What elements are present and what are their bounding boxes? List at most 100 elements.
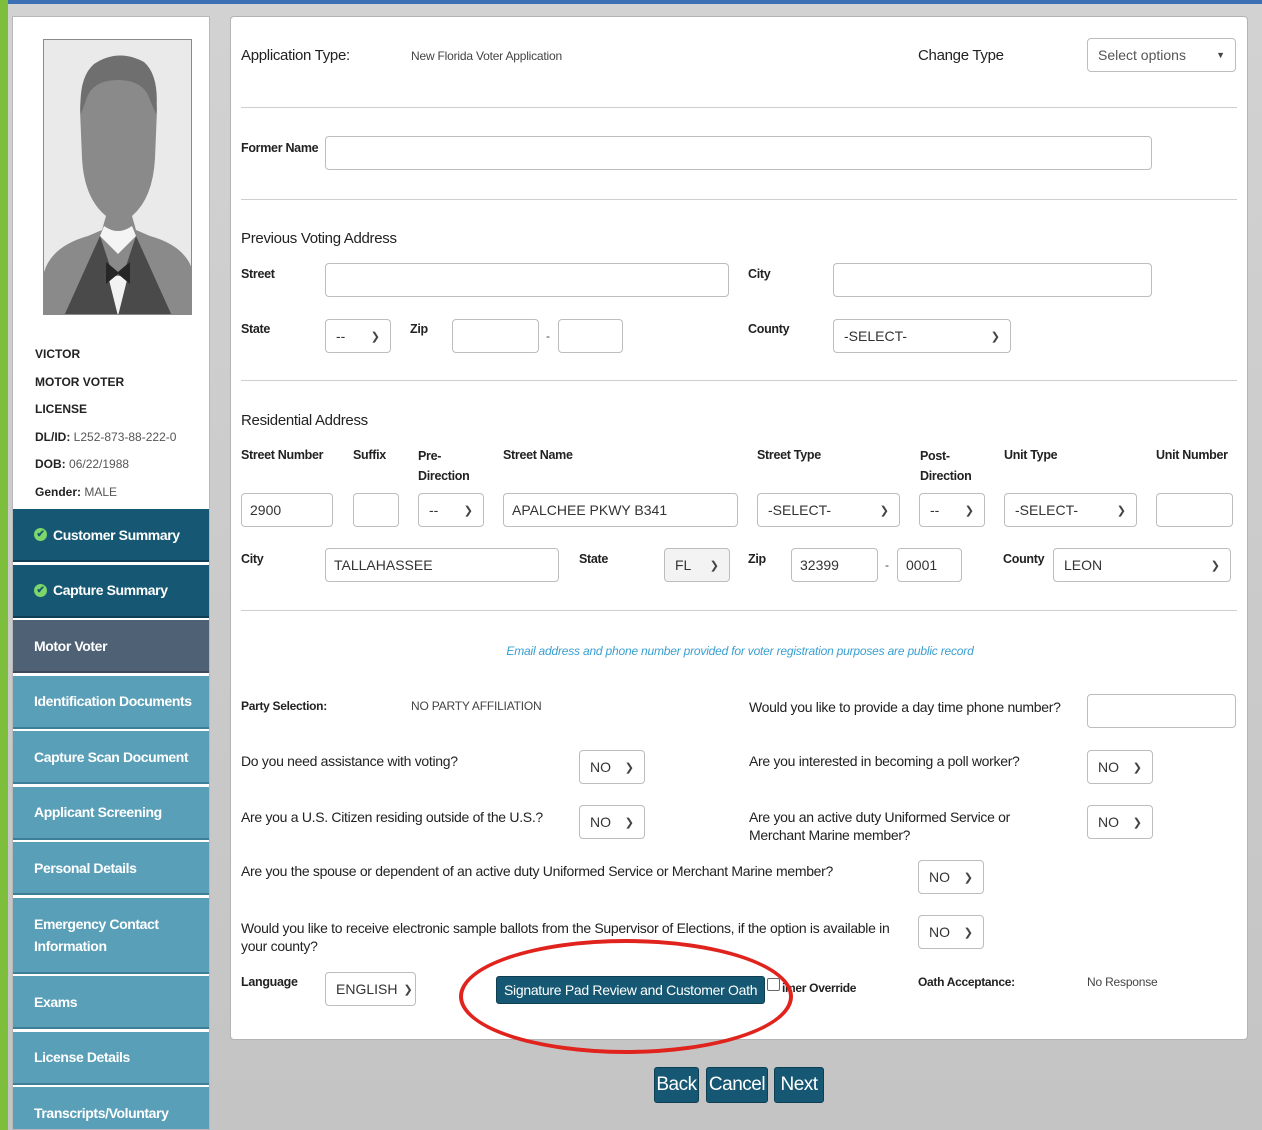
col-unit-type: Unit Type — [1004, 448, 1058, 462]
pre-direction-select[interactable]: -- ❯ — [418, 493, 484, 527]
street-type-value: -SELECT- — [768, 502, 832, 518]
suffix-input[interactable] — [353, 493, 399, 527]
language-value: ENGLISH — [336, 981, 398, 997]
street-type-select[interactable]: -SELECT- ❯ — [757, 493, 900, 527]
res-state-label: State — [579, 552, 609, 566]
citizen-abroad-select[interactable]: NO ❯ — [579, 805, 645, 839]
divider — [241, 380, 1237, 381]
chevron-down-icon: ❯ — [879, 504, 889, 517]
gender-value: MALE — [84, 484, 118, 499]
res-zip-separator: - — [885, 558, 889, 572]
sample-ballot-select[interactable]: NO ❯ — [918, 915, 984, 949]
col-street-type: Street Type — [757, 448, 821, 462]
party-selection-value: NO PARTY AFFILIATION — [411, 699, 542, 713]
prev-city-input[interactable] — [833, 263, 1152, 297]
active-duty-select[interactable]: NO ❯ — [1087, 805, 1153, 839]
res-zip4-input[interactable] — [897, 548, 962, 582]
chevron-down-icon: ❯ — [1132, 761, 1142, 774]
prev-county-value: -SELECT- — [844, 328, 908, 344]
post-direction-select[interactable]: -- ❯ — [919, 493, 985, 527]
former-name-input[interactable] — [325, 136, 1152, 170]
res-city-input[interactable] — [325, 548, 559, 582]
chevron-down-icon: ❯ — [403, 983, 413, 996]
prev-zip-input[interactable] — [452, 319, 539, 353]
triangle-down-icon: ▼ — [1216, 50, 1225, 60]
res-county-label: County — [1003, 552, 1045, 566]
phone-input[interactable] — [1087, 694, 1236, 728]
nav-license-details[interactable]: License Details — [13, 1031, 209, 1085]
chevron-down-icon: ❯ — [963, 926, 973, 939]
nav-label: Exams — [34, 993, 78, 1010]
nav-capture-summary[interactable]: ✔ Capture Summary — [13, 564, 209, 618]
chevron-down-icon: ❯ — [624, 816, 634, 829]
back-button[interactable]: Back — [654, 1067, 699, 1103]
timer-override-checkbox[interactable] — [767, 978, 780, 991]
res-state-select[interactable]: FL ❯ — [664, 548, 730, 582]
nav-identification-documents[interactable]: Identification Documents — [13, 675, 209, 729]
customer-info: VICTOR MOTOR VOTER LICENSE DL/ID: L252-8… — [35, 341, 176, 506]
nav-label: Identification Documents — [34, 693, 192, 709]
nav-label: Transcripts/Voluntary — [34, 1104, 169, 1121]
gender-label: Gender: — [35, 484, 82, 499]
res-state-value: FL — [675, 557, 692, 573]
divider — [241, 610, 1237, 611]
oath-acceptance-value: No Response — [1087, 975, 1158, 989]
active-duty-question: Are you an active duty Uniformed Service… — [749, 809, 1011, 843]
prev-state-select[interactable]: -- ❯ — [325, 319, 391, 353]
unit-number-input[interactable] — [1156, 493, 1233, 527]
chevron-down-icon: ❯ — [1210, 559, 1220, 572]
col-pre-direction: Pre- Direction — [418, 449, 470, 483]
col-street-name: Street Name — [503, 448, 573, 462]
chevron-down-icon: ❯ — [990, 330, 1000, 343]
prev-street-input[interactable] — [325, 263, 729, 297]
change-type-select[interactable]: Select options ▼ — [1087, 38, 1236, 72]
person-silhouette-icon — [44, 40, 191, 314]
left-accent-stripe — [0, 0, 8, 1130]
res-zip-input[interactable] — [791, 548, 878, 582]
street-number-input[interactable] — [241, 493, 333, 527]
unit-type-value: -SELECT- — [1015, 502, 1079, 518]
active-duty-value: NO — [1098, 814, 1119, 830]
nav-applicant-screening[interactable]: Applicant Screening — [13, 786, 209, 840]
res-county-value: LEON — [1064, 557, 1103, 573]
next-button[interactable]: Next — [774, 1067, 824, 1103]
customer-sidebar: VICTOR MOTOR VOTER LICENSE DL/ID: L252-8… — [12, 16, 210, 1130]
nav-capture-scan-document[interactable]: Capture Scan Document — [13, 731, 209, 784]
public-record-notice: Email address and phone number provided … — [506, 644, 974, 658]
spouse-dependent-select[interactable]: NO ❯ — [918, 860, 984, 894]
chevron-down-icon: ❯ — [370, 330, 380, 343]
nav-label: Emergency Contact Information — [34, 915, 159, 954]
poll-worker-question: Are you interested in becoming a poll wo… — [749, 753, 1020, 769]
assistance-question: Do you need assistance with voting? — [241, 753, 458, 769]
signature-pad-review-button[interactable]: Signature Pad Review and Customer Oath — [496, 976, 766, 1004]
nav-personal-details[interactable]: Personal Details — [13, 842, 209, 895]
nav-motor-voter[interactable]: Motor Voter — [13, 620, 209, 673]
spouse-dependent-value: NO — [929, 869, 950, 885]
poll-worker-select[interactable]: NO ❯ — [1087, 750, 1153, 784]
cancel-button[interactable]: Cancel — [706, 1067, 768, 1103]
prev-zip-separator: - — [546, 329, 550, 343]
nav-label: Capture Scan Document — [34, 748, 189, 765]
col-street-number: Street Number — [241, 448, 324, 462]
prev-county-select[interactable]: -SELECT- ❯ — [833, 319, 1011, 353]
dob-label: DOB: — [35, 457, 66, 471]
phone-question: Would you like to provide a day time pho… — [749, 699, 1061, 715]
residential-address-heading: Residential Address — [241, 412, 368, 429]
nav-transcripts-voluntary[interactable]: Transcripts/Voluntary — [13, 1087, 209, 1129]
col-post-direction: Post- Direction — [920, 449, 972, 483]
street-name-input[interactable] — [503, 493, 738, 527]
nav-customer-summary[interactable]: ✔ Customer Summary — [13, 509, 209, 562]
res-county-select[interactable]: LEON ❯ — [1053, 548, 1231, 582]
assistance-select[interactable]: NO ❯ — [579, 750, 645, 784]
customer-photo-placeholder — [43, 39, 192, 315]
unit-type-select[interactable]: -SELECT- ❯ — [1004, 493, 1137, 527]
nav-emergency-contact[interactable]: Emergency Contact Information — [13, 897, 209, 974]
timer-override-label: imer Override — [782, 981, 857, 995]
prev-city-label: City — [748, 267, 771, 281]
prev-zip4-input[interactable] — [558, 319, 623, 353]
nav-exams[interactable]: Exams — [13, 976, 209, 1029]
prev-state-label: State — [241, 322, 271, 336]
prev-state-value: -- — [336, 328, 346, 344]
language-select[interactable]: ENGLISH ❯ — [325, 972, 416, 1006]
previous-address-heading: Previous Voting Address — [241, 230, 397, 247]
